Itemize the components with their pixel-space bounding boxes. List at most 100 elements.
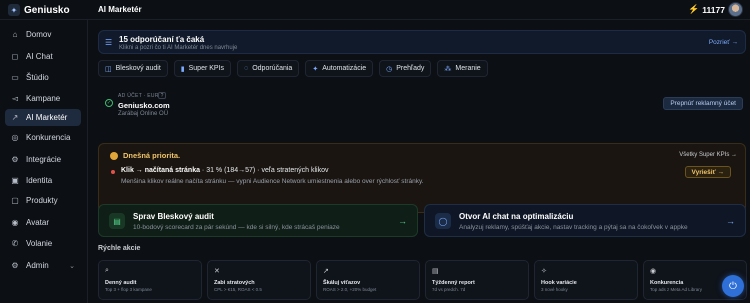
tab-label: Meranie [455, 65, 481, 72]
clipboard-icon: ▤ [109, 213, 125, 229]
sidebar-item-ai-marketer[interactable]: ↗ AI Marketér [5, 109, 81, 126]
switch-ad-account-button[interactable]: Prepnúť reklamný účet [663, 97, 743, 110]
logo-icon: ✦ [8, 4, 20, 16]
list-icon: ☰ [105, 38, 113, 47]
ad-account-meta: AD ÚČET · EUR [118, 93, 159, 99]
sidebar: ⌂ Domov ◻ AI Chat ▭ Štúdio ◅ Kampane ↗ AI Mar… [0, 20, 88, 303]
sidebar-item-kampane[interactable]: ◅ Kampane [5, 90, 81, 107]
quick-action-title: Zabi stratových [214, 280, 255, 286]
priority-icon [110, 152, 118, 160]
sidebar-item-konkurencia[interactable]: ◎ Konkurencia [5, 129, 81, 146]
quick-action-tyzdenny-report[interactable]: ▤ Týždenný report 7d vs predch. 7d [425, 260, 529, 300]
priority-metric-detail: · 31 % (184→57) · veľa stratených klikov [199, 167, 329, 174]
ad-account-name: Geniusko.com [118, 101, 170, 110]
tab-super-kpis[interactable]: ▮ Super KPIs [173, 60, 232, 77]
action-subtitle: Analyzuj reklamy, spúšťaj akcie, nastav … [459, 224, 688, 231]
sidebar-item-volanie[interactable]: ✆ Volanie [5, 235, 81, 252]
eye-icon: ◉ [650, 268, 657, 275]
quick-action-subtitle: CPL > €15, ROAS < 0.5 [214, 287, 262, 292]
quick-actions: ⌕ Denný audit Top 3 + flop 3 kampane ✕ Zabi… [98, 260, 747, 300]
chat-bubble-icon: ◯ [435, 213, 451, 229]
tab-prehlady[interactable]: ◷ Prehľady [379, 60, 432, 77]
priority-description: Menšina klikov reálne načíta stránku — v… [121, 178, 424, 185]
quick-action-title: Škáluj víťazov [323, 280, 361, 286]
trend-icon: ↗ [11, 113, 19, 122]
user-avatar[interactable] [728, 2, 743, 17]
quick-action-skaluj-vitazov[interactable]: ↗ Škáluj víťazov ROAS > 2.0, +20% budget [316, 260, 420, 300]
sidebar-item-produkty[interactable]: ▢ Produkty [5, 192, 81, 209]
sidebar-item-label: Identita [26, 176, 53, 185]
all-super-kpis-link[interactable]: Všetky Super KPIs → [679, 152, 737, 158]
action-title: Otvor AI chat na optimalizáciu [459, 212, 574, 221]
assistant-fab-button[interactable]: ⏻ [722, 275, 744, 297]
home-icon: ⌂ [12, 30, 18, 39]
trend-up-icon: ↗ [323, 268, 329, 275]
sidebar-item-label: Domov [26, 30, 52, 39]
sidebar-item-studio[interactable]: ▭ Štúdio [5, 69, 81, 86]
arrow-right-icon: → [726, 216, 735, 226]
sidebar-item-identita[interactable]: ▣ Identita [5, 172, 81, 189]
quick-action-title: Denný audit [105, 280, 137, 286]
recommendations-view-link[interactable]: Pozrieť → [709, 39, 738, 46]
tab-label: Super KPIs [188, 65, 225, 72]
sidebar-item-admin[interactable]: ⚙ Admin ⌄ [5, 257, 81, 274]
clock-icon: ◷ [386, 65, 393, 73]
sidebar-item-ai-chat[interactable]: ◻ AI Chat [5, 48, 81, 65]
tab-odporucania[interactable]: ◌ Odporúčania [237, 60, 300, 77]
recommendations-banner[interactable]: ☰ 15 odporúčaní ťa čaká Klikni a pozri č… [98, 30, 746, 54]
bulb-icon: ◌ [244, 65, 249, 72]
priority-metric-name: Klik → načítaná stránka [121, 167, 200, 174]
tab-label: Bleskový audit [115, 65, 161, 72]
sidebar-item-label: AI Chat [26, 52, 53, 61]
priority-metric: Klik → načítaná stránka · 31 % (184→57) … [121, 167, 328, 174]
phone-icon: ✆ [11, 239, 19, 248]
alert-dot-icon [111, 170, 115, 174]
bolt-icon: ◫ [105, 65, 112, 73]
action-card-ai-chat[interactable]: ◯ Otvor AI chat na optimalizáciu Analyzu… [424, 204, 746, 237]
automation-icon: ✦ [312, 65, 319, 73]
info-icon[interactable]: ? [158, 92, 166, 99]
recommendations-title: 15 odporúčaní ťa čaká [119, 35, 205, 44]
quick-action-title: Konkurencia [650, 280, 684, 286]
quick-action-denny-audit[interactable]: ⌕ Denný audit Top 3 + flop 3 kampane [98, 260, 202, 300]
resolve-button[interactable]: Vyriešiť → [684, 166, 731, 178]
quick-action-zabi-stratovych[interactable]: ✕ Zabi stratových CPL > €15, ROAS < 0.5 [207, 260, 311, 300]
quick-action-subtitle: 7d vs predch. 7d [432, 287, 466, 292]
tab-label: Automatizácie [322, 65, 367, 72]
ad-account-company: Zarábaj Online OÜ [118, 111, 169, 117]
ad-account-panel: ✓ AD ÚČET · EUR ? Geniusko.com Zarábaj O… [98, 86, 746, 126]
sidebar-item-domov[interactable]: ⌂ Domov [5, 26, 81, 43]
megaphone-icon: ◅ [11, 94, 19, 103]
sidebar-item-integracie[interactable]: ⚙ Integrácie [5, 151, 81, 168]
tab-automatizacie[interactable]: ✦ Automatizácie [305, 60, 374, 77]
priority-title: Dnešná priorita. [123, 151, 181, 160]
tab-bleskovy-audit[interactable]: ◫ Bleskový audit [98, 60, 168, 77]
quick-action-hook-variacie[interactable]: ✧ Hook variácie 3 nové hooky [534, 260, 638, 300]
sidebar-item-label: Volanie [26, 239, 53, 248]
sparkle-icon: ✧ [541, 268, 547, 275]
arrow-right-icon: → [398, 216, 407, 226]
studio-icon: ▭ [11, 73, 19, 82]
sidebar-item-label: Kampane [26, 94, 61, 103]
quick-action-subtitle: Top ads z Meta Ad Library [650, 287, 703, 292]
check-icon: ✓ [105, 99, 113, 107]
sidebar-item-label: Konkurencia [26, 133, 71, 142]
app-logo[interactable]: ✦ Geniusko [8, 4, 70, 16]
sidebar-item-label: Integrácie [26, 155, 62, 164]
action-card-audit[interactable]: ▤ Sprav Bleskový audit 10-bodový scoreca… [98, 204, 418, 237]
credits-counter[interactable]: ⚡ 11177 [688, 4, 725, 15]
avatar-icon: ◉ [11, 218, 19, 227]
sidebar-item-avatar[interactable]: ◉ Avatar [5, 214, 81, 231]
sidebar-item-label: Produkty [26, 196, 58, 205]
target-icon: ◎ [11, 133, 19, 142]
sidebar-item-label: Avatar [26, 218, 49, 227]
power-icon: ⏻ [729, 280, 737, 292]
quick-actions-title: Rýchle akcie [98, 245, 141, 252]
top-bar: ✦ Geniusko AI Marketér ⚡ 11177 [0, 0, 750, 20]
sidebar-item-label: Admin [26, 261, 49, 270]
quick-action-title: Hook variácie [541, 280, 577, 286]
tab-meranie[interactable]: ⁂ Meranie [437, 60, 488, 77]
chat-icon: ◻ [11, 52, 19, 61]
gear-icon: ⚙ [11, 261, 19, 270]
daily-priority-card: Dnešná priorita. Všetky Super KPIs → Kli… [98, 143, 746, 213]
